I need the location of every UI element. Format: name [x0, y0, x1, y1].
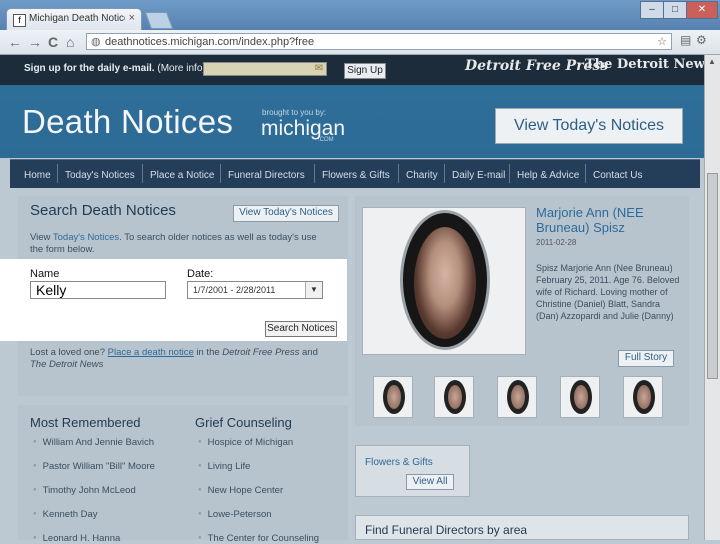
email-input[interactable]: ✉	[203, 62, 327, 76]
nav-home[interactable]: Home	[24, 170, 51, 181]
nav-flowers-gifts[interactable]: Flowers & Gifts	[322, 170, 390, 181]
nav-separator	[142, 164, 143, 183]
date-range-value: 1/7/2001 - 2/28/2011	[193, 285, 276, 295]
maximize-button[interactable]: □	[663, 1, 687, 19]
obituary-thumbnail[interactable]	[373, 376, 413, 418]
page-menu-icon[interactable]: ▤	[680, 33, 691, 47]
list-item[interactable]: New Hope Center	[198, 485, 284, 496]
signup-text: Sign up for the daily e-mail. (More info…	[24, 63, 206, 74]
url-text: deathnotices.michigan.com/index.php?free	[105, 36, 315, 48]
signup-label: Sign up for the daily e-mail.	[24, 63, 155, 74]
most-remembered-title: Most Remembered	[30, 415, 141, 430]
brought-by-label: brought to you by:	[262, 108, 327, 117]
sign-up-button[interactable]: Sign Up	[344, 63, 386, 79]
dotcom-label: .COM	[318, 137, 334, 143]
todays-notices-link[interactable]: Today's Notices	[53, 232, 119, 243]
portrait-image	[414, 227, 476, 339]
bookmark-star-icon[interactable]: ☆	[657, 35, 667, 48]
obituary-thumbnail[interactable]	[623, 376, 663, 418]
date-label: Date:	[187, 268, 214, 280]
grief-counseling-title: Grief Counseling	[195, 415, 292, 430]
list-item[interactable]: Pastor William "Bill" Moore	[33, 461, 155, 472]
obituary-date: 2011-02-28	[536, 238, 577, 247]
lost-loved-one-text: Lost a loved one? Place a death notice i…	[30, 347, 330, 371]
lost-text: and	[302, 347, 318, 358]
nav-place-notice[interactable]: Place a Notice	[150, 170, 214, 181]
search-intro: View Today's Notices. To search older no…	[30, 232, 330, 256]
minimize-button[interactable]: –	[640, 1, 664, 19]
close-window-button[interactable]: ✕	[686, 1, 718, 19]
nav-contact-us[interactable]: Contact Us	[593, 170, 642, 181]
paper-name: The Detroit News	[30, 359, 104, 370]
nav-separator	[585, 164, 586, 183]
nav-separator	[444, 164, 445, 183]
obituary-name-link[interactable]: Marjorie Ann (NEE Bruneau) Spisz	[536, 205, 686, 235]
nav-separator	[509, 164, 510, 183]
nav-separator	[398, 164, 399, 183]
browser-tab[interactable]: f Michigan Death Notices & S... ×	[6, 8, 142, 30]
list-item[interactable]: Leonard H. Hanna	[33, 533, 121, 544]
obituary-thumbnail[interactable]	[497, 376, 537, 418]
list-item[interactable]: Kenneth Day	[33, 509, 98, 520]
flowers-gifts-link[interactable]: Flowers & Gifts	[365, 457, 433, 468]
place-death-notice-link[interactable]: Place a death notice	[108, 347, 194, 358]
list-item[interactable]: Timothy John McLeod	[33, 485, 136, 496]
full-story-button[interactable]: Full Story	[618, 350, 674, 367]
list-item[interactable]: Hospice of Michigan	[198, 437, 294, 448]
envelope-icon: ✉	[314, 63, 323, 74]
date-range-select[interactable]: 1/7/2001 - 2/28/2011 ▼	[187, 281, 323, 299]
search-notices-button[interactable]: Search Notices	[265, 321, 337, 337]
list-item[interactable]: Lowe-Peterson	[198, 509, 272, 520]
back-icon[interactable]: ←	[8, 34, 22, 50]
scroll-up-icon[interactable]: ▲	[708, 57, 716, 66]
reload-icon[interactable]: C	[48, 34, 58, 50]
search-title: Search Death Notices	[30, 202, 176, 219]
name-label: Name	[30, 268, 60, 280]
tab-close-icon[interactable]: ×	[129, 12, 135, 24]
lost-text: in the	[196, 347, 220, 358]
nav-separator	[314, 164, 315, 183]
obituary-thumbnail[interactable]	[560, 376, 600, 418]
nav-funeral-directors[interactable]: Funeral Directors	[228, 170, 305, 181]
list-item[interactable]: William And Jennie Bavich	[33, 437, 154, 448]
nav-separator	[57, 164, 58, 183]
nav-todays-notices[interactable]: Today's Notices	[65, 170, 135, 181]
lost-text: Lost a loved one?	[30, 347, 106, 358]
forward-icon[interactable]: →	[28, 34, 42, 50]
favicon-icon: f	[13, 14, 26, 27]
funeral-directors-title: Find Funeral Directors by area	[365, 523, 528, 537]
detroit-news-logo[interactable]: The Detroit News	[585, 57, 712, 72]
list-item[interactable]: The Center for Counseling	[198, 533, 319, 544]
wrench-icon[interactable]: ⚙	[696, 33, 707, 47]
page-scrollbar[interactable]: ▲	[704, 55, 720, 540]
more-info-link[interactable]: (More info)	[157, 63, 205, 74]
nav-help-advice[interactable]: Help & Advice	[517, 170, 579, 181]
view-todays-notices-small-button[interactable]: View Today's Notices	[233, 205, 339, 222]
obituary-thumbnail[interactable]	[434, 376, 474, 418]
site-logo[interactable]: Death Notices	[22, 103, 233, 141]
nav-charity[interactable]: Charity	[406, 170, 438, 181]
nav-daily-email[interactable]: Daily E-mail	[452, 170, 505, 181]
paper-name: Detroit Free Press	[222, 347, 300, 358]
intro-text: View	[30, 232, 51, 243]
list-item[interactable]: Living Life	[198, 461, 251, 472]
view-all-button[interactable]: View All	[406, 474, 454, 490]
obituary-excerpt: Spisz Marjorie Ann (Nee Bruneau) Februar…	[536, 263, 680, 321]
nav-separator	[220, 164, 221, 183]
tab-title: Michigan Death Notices & S...	[29, 13, 125, 24]
chevron-down-icon[interactable]: ▼	[305, 282, 322, 298]
home-icon[interactable]: ⌂	[66, 34, 74, 50]
view-todays-notices-button[interactable]: View Today's Notices	[495, 108, 683, 144]
name-input[interactable]: Kelly	[30, 281, 166, 299]
address-bar[interactable]: ◍ deathnotices.michigan.com/index.php?fr…	[86, 33, 672, 50]
scrollbar-thumb[interactable]	[707, 173, 718, 379]
globe-icon: ◍	[91, 36, 101, 48]
